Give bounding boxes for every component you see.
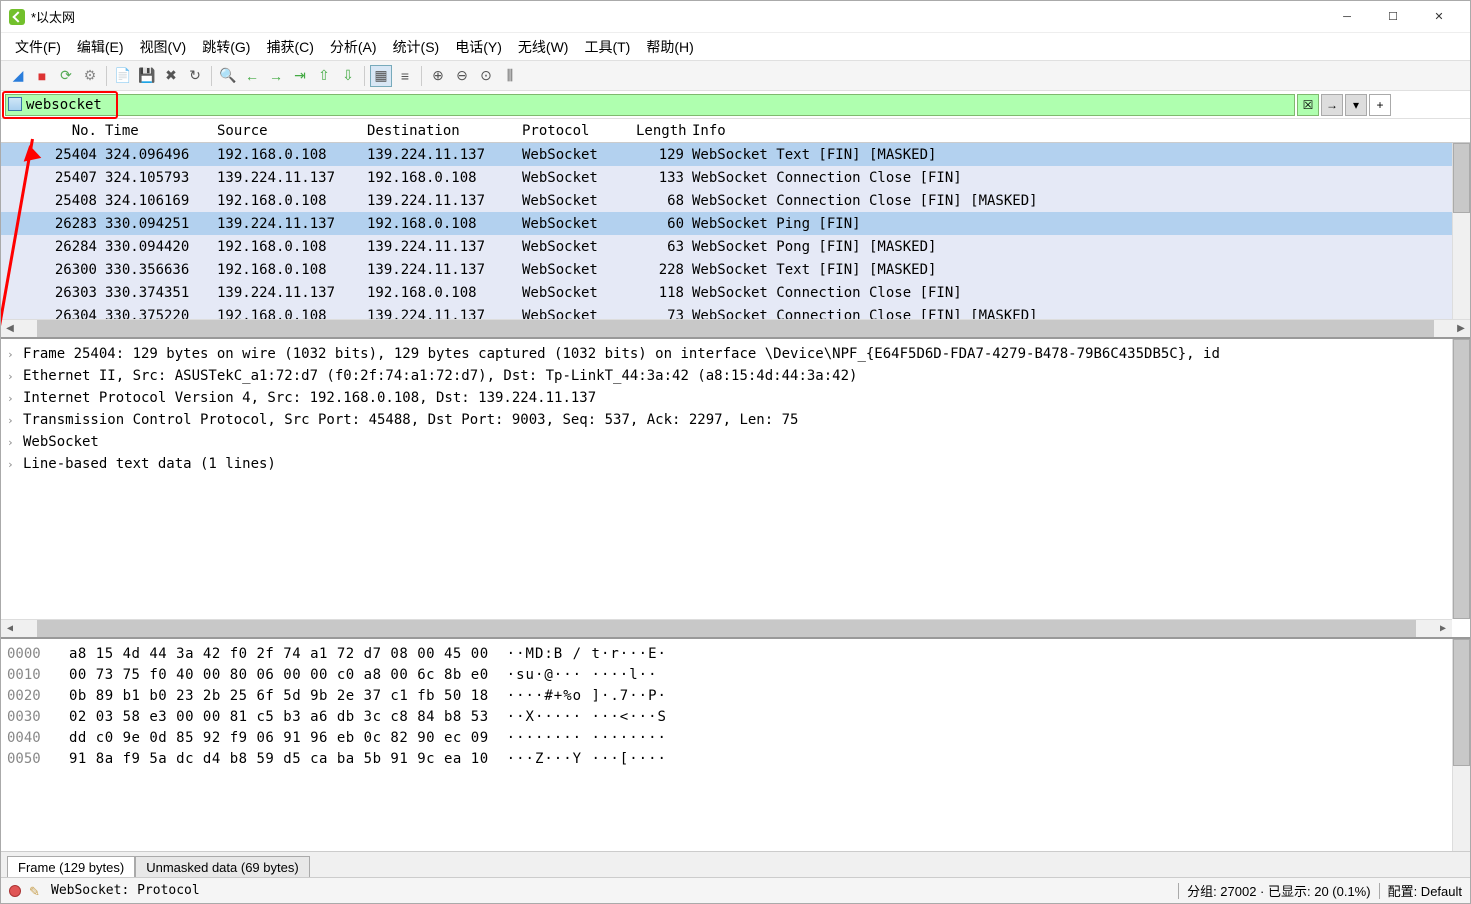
- zoom-reset-icon[interactable]: ⊙: [475, 65, 497, 87]
- hex-row[interactable]: 001000 73 75 f0 40 00 80 06 00 00 c0 a8 …: [7, 664, 1464, 685]
- menu-file[interactable]: 文件(F): [9, 37, 67, 57]
- separator: [1178, 883, 1179, 899]
- menu-wireless[interactable]: 无线(W): [512, 37, 575, 57]
- packet-row[interactable]: 25404324.096496192.168.0.108139.224.11.1…: [1, 143, 1470, 166]
- capture-options-icon[interactable]: ⚙: [79, 65, 101, 87]
- hex-row[interactable]: 0000a8 15 4d 44 3a 42 f0 2f 74 a1 72 d7 …: [7, 643, 1464, 664]
- menu-telephony[interactable]: 电话(Y): [449, 37, 508, 57]
- filter-dropdown-icon[interactable]: ▾: [1345, 94, 1367, 116]
- stop-capture-icon[interactable]: ■: [31, 65, 53, 87]
- menubar: 文件(F) 编辑(E) 视图(V) 跳转(G) 捕获(C) 分析(A) 统计(S…: [1, 33, 1470, 61]
- menu-tools[interactable]: 工具(T): [578, 37, 636, 57]
- packet-details-pane: ›Frame 25404: 129 bytes on wire (1032 bi…: [1, 339, 1470, 639]
- bytes-tabs: Frame (129 bytes) Unmasked data (69 byte…: [1, 851, 1470, 877]
- details-row[interactable]: ›Transmission Control Protocol, Src Port…: [7, 409, 1464, 431]
- close-file-icon[interactable]: ✖: [160, 65, 182, 87]
- field-name: WebSocket: Protocol: [51, 883, 200, 898]
- display-filter-input[interactable]: [5, 94, 1295, 116]
- filter-bar: ☒ → ▾ +: [1, 91, 1470, 119]
- hex-row[interactable]: 00200b 89 b1 b0 23 2b 25 6f 5d 9b 2e 37 …: [7, 685, 1464, 706]
- packet-row[interactable]: 26284330.094420192.168.0.108139.224.11.1…: [1, 235, 1470, 258]
- details-row[interactable]: ›Ethernet II, Src: ASUSTekC_a1:72:d7 (f0…: [7, 365, 1464, 387]
- tab-frame[interactable]: Frame (129 bytes): [7, 856, 135, 877]
- menu-analyze[interactable]: 分析(A): [324, 37, 383, 57]
- hex-row[interactable]: 005091 8a f9 5a dc d4 b8 59 d5 ca ba 5b …: [7, 748, 1464, 769]
- hex-vscroll[interactable]: [1452, 639, 1470, 851]
- restart-capture-icon[interactable]: ⟳: [55, 65, 77, 87]
- menu-statistics[interactable]: 统计(S): [387, 37, 446, 57]
- toolbar: ◢ ■ ⟳ ⚙ 📄 💾 ✖ ↻ 🔍 ← → ⇥ ⇧ ⇩ ▦ ≡ ⊕ ⊖ ⊙ ⫼: [1, 61, 1470, 91]
- app-icon: [9, 9, 25, 25]
- col-source: Source: [213, 121, 363, 141]
- packet-row[interactable]: 25407324.105793139.224.11.137192.168.0.1…: [1, 166, 1470, 189]
- packet-bytes-pane: 0000a8 15 4d 44 3a 42 f0 2f 74 a1 72 d7 …: [1, 639, 1470, 851]
- packet-row[interactable]: 26303330.374351139.224.11.137192.168.0.1…: [1, 281, 1470, 304]
- packet-row[interactable]: 26304330.375220192.168.0.108139.224.11.1…: [1, 304, 1470, 319]
- separator: [364, 66, 365, 86]
- packet-row[interactable]: 26283330.094251139.224.11.137192.168.0.1…: [1, 212, 1470, 235]
- menu-capture[interactable]: 捕获(C): [260, 37, 319, 57]
- titlebar: *以太网 ─ ☐ ✕: [1, 1, 1470, 33]
- colorize-icon[interactable]: ≡: [394, 65, 416, 87]
- packet-list-pane: No. Time Source Destination Protocol Len…: [1, 119, 1470, 339]
- find-icon[interactable]: 🔍: [217, 65, 239, 87]
- separator: [421, 66, 422, 86]
- zoom-in-icon[interactable]: ⊕: [427, 65, 449, 87]
- col-length: Length: [632, 121, 688, 141]
- col-time: Time: [101, 121, 213, 141]
- details-row[interactable]: ›WebSocket: [7, 431, 1464, 453]
- packet-list-hscroll[interactable]: ◀▶: [1, 319, 1470, 337]
- resize-columns-icon[interactable]: ⫼: [499, 65, 521, 87]
- next-icon[interactable]: →: [265, 65, 287, 87]
- packet-list-header[interactable]: No. Time Source Destination Protocol Len…: [1, 119, 1470, 143]
- clear-filter-icon[interactable]: ☒: [1297, 94, 1319, 116]
- statusbar: ✎ WebSocket: Protocol 分组: 27002 · 已显示: 2…: [1, 877, 1470, 903]
- profile[interactable]: 配置: Default: [1388, 881, 1462, 900]
- col-no: No.: [1, 121, 101, 141]
- goto-packet-icon[interactable]: ⇥: [289, 65, 311, 87]
- window-title: *以太网: [31, 7, 1324, 26]
- col-info: Info: [688, 121, 1470, 141]
- last-packet-icon[interactable]: ⇩: [337, 65, 359, 87]
- apply-filter-icon[interactable]: →: [1321, 94, 1343, 116]
- col-protocol: Protocol: [518, 121, 632, 141]
- reload-icon[interactable]: ↻: [184, 65, 206, 87]
- menu-view[interactable]: 视图(V): [134, 37, 193, 57]
- details-row[interactable]: ›Frame 25404: 129 bytes on wire (1032 bi…: [7, 343, 1464, 365]
- zoom-out-icon[interactable]: ⊖: [451, 65, 473, 87]
- tab-unmasked[interactable]: Unmasked data (69 bytes): [135, 856, 309, 877]
- packet-row[interactable]: 25408324.106169192.168.0.108139.224.11.1…: [1, 189, 1470, 212]
- separator: [211, 66, 212, 86]
- packet-list-vscroll[interactable]: [1452, 143, 1470, 319]
- autoscroll-icon[interactable]: ▦: [370, 65, 392, 87]
- start-capture-icon[interactable]: ◢: [7, 65, 29, 87]
- close-button[interactable]: ✕: [1416, 2, 1462, 32]
- menu-edit[interactable]: 编辑(E): [71, 37, 130, 57]
- save-file-icon[interactable]: 💾: [136, 65, 158, 87]
- open-file-icon[interactable]: 📄: [112, 65, 134, 87]
- add-filter-button[interactable]: +: [1369, 94, 1391, 116]
- details-vscroll[interactable]: [1452, 339, 1470, 619]
- details-row[interactable]: ›Line-based text data (1 lines): [7, 453, 1464, 475]
- separator: [1379, 883, 1380, 899]
- first-packet-icon[interactable]: ⇧: [313, 65, 335, 87]
- minimize-button[interactable]: ─: [1324, 2, 1370, 32]
- details-row[interactable]: ›Internet Protocol Version 4, Src: 192.1…: [7, 387, 1464, 409]
- details-hscroll[interactable]: ◀▶: [1, 619, 1452, 637]
- hex-row[interactable]: 003002 03 58 e3 00 00 81 c5 b3 a6 db 3c …: [7, 706, 1464, 727]
- maximize-button[interactable]: ☐: [1370, 2, 1416, 32]
- edit-comment-icon[interactable]: ✎: [29, 884, 43, 898]
- packet-count: 分组: 27002 · 已显示: 20 (0.1%): [1187, 881, 1371, 900]
- packet-row[interactable]: 26300330.356636192.168.0.108139.224.11.1…: [1, 258, 1470, 281]
- menu-help[interactable]: 帮助(H): [640, 37, 699, 57]
- menu-go[interactable]: 跳转(G): [196, 37, 256, 57]
- prev-icon[interactable]: ←: [241, 65, 263, 87]
- hex-row[interactable]: 0040dd c0 9e 0d 85 92 f9 06 91 96 eb 0c …: [7, 727, 1464, 748]
- col-destination: Destination: [363, 121, 518, 141]
- bookmark-icon[interactable]: [8, 97, 22, 111]
- expert-info-icon[interactable]: [9, 885, 21, 897]
- separator: [106, 66, 107, 86]
